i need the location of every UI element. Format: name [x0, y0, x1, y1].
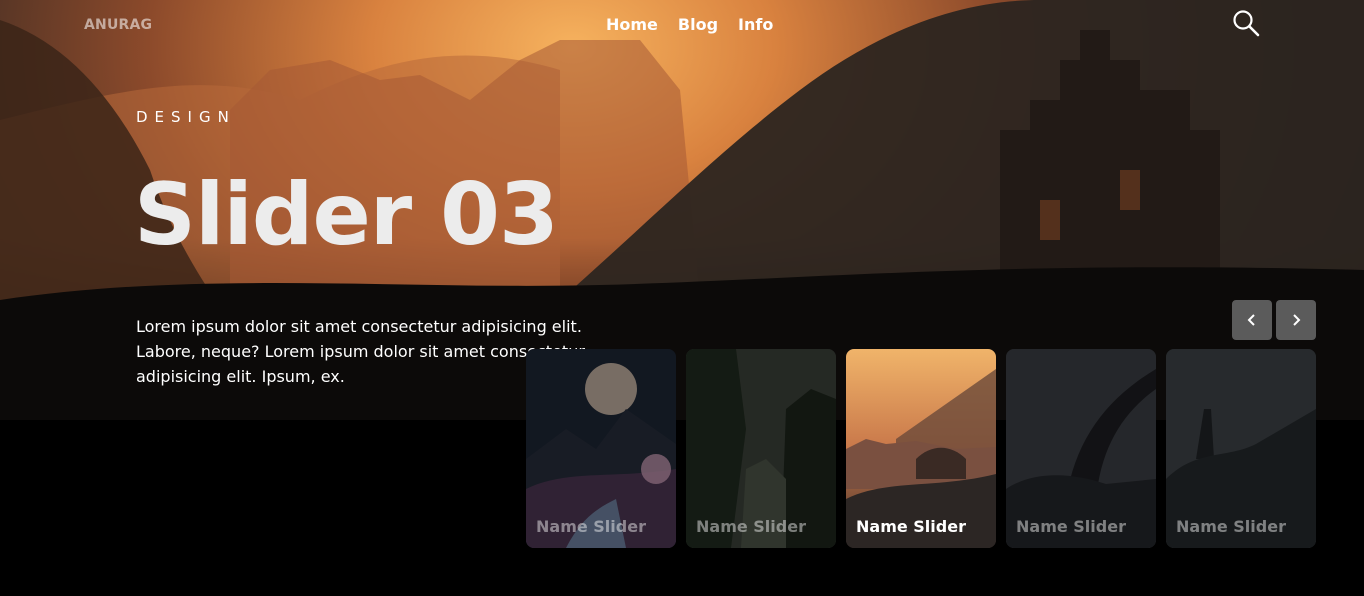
slide-card-3[interactable]: Name Slider	[846, 349, 996, 548]
next-button[interactable]	[1276, 300, 1316, 340]
main-nav: Home Blog Info	[606, 15, 773, 34]
slide-label: Name Slider	[1016, 517, 1126, 536]
nav-home[interactable]: Home	[606, 15, 658, 34]
chevron-left-icon	[1247, 314, 1255, 326]
nav-info[interactable]: Info	[738, 15, 773, 34]
slide-label: Name Slider	[696, 517, 806, 536]
prev-button[interactable]	[1232, 300, 1272, 340]
slider-controls	[1232, 300, 1316, 340]
hero-eyebrow: DESIGN	[136, 108, 236, 126]
slide-label: Name Slider	[1176, 517, 1286, 536]
search-button[interactable]	[1231, 8, 1261, 38]
brand-logo[interactable]: ANURAG	[84, 17, 152, 33]
slide-card-5[interactable]: Name Slider	[1166, 349, 1316, 548]
nav-blog[interactable]: Blog	[678, 15, 718, 34]
slide-card-2[interactable]: Name Slider	[686, 349, 836, 548]
slide-label: Name Slider	[536, 517, 646, 536]
chevron-right-icon	[1293, 314, 1301, 326]
slide-label: Name Slider	[856, 517, 966, 536]
slide-card-4[interactable]: Name Slider	[1006, 349, 1156, 548]
slide-thumbnails: Name Slider Name Slider Name Slider Name…	[526, 349, 1316, 548]
slide-card-1[interactable]: Name Slider	[526, 349, 676, 548]
hero-title: Slider 03	[134, 165, 559, 265]
search-icon	[1233, 10, 1260, 37]
